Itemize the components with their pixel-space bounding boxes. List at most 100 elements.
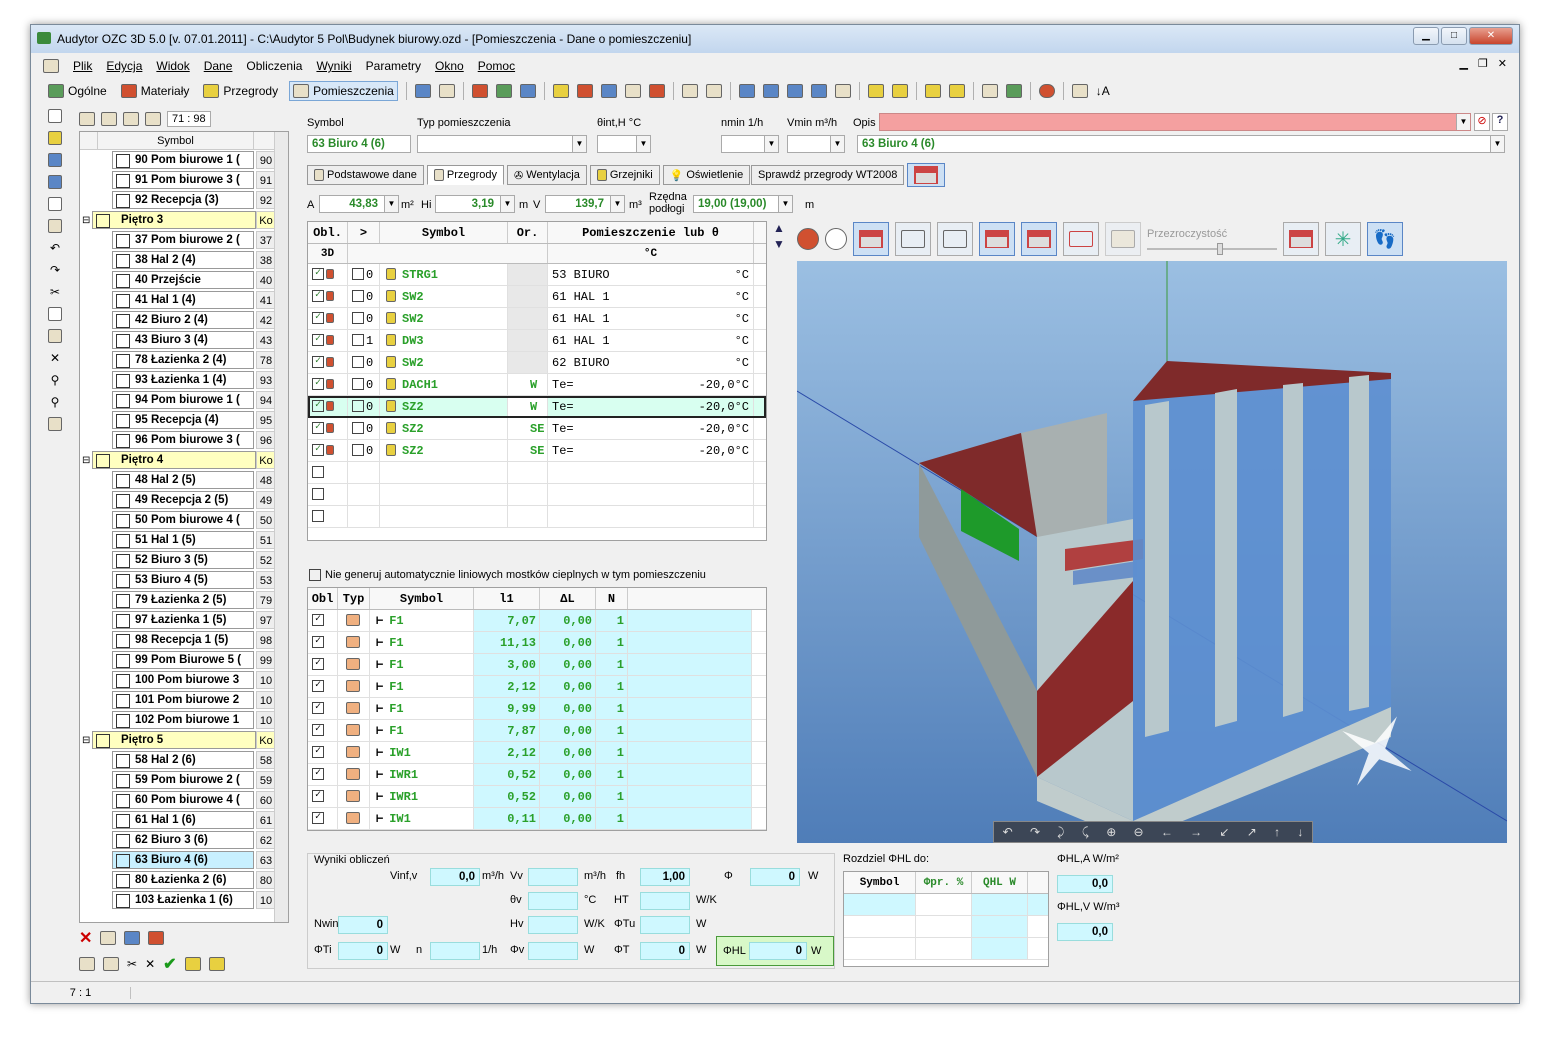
print-icon[interactable]	[981, 84, 998, 98]
rooms-button[interactable]: Pomieszczenia	[289, 81, 398, 101]
tilt-right-icon[interactable]: ⤹	[1082, 825, 1089, 840]
chevron-down-icon[interactable]: ▼	[610, 196, 624, 212]
bridge-checkbox[interactable]	[312, 768, 324, 780]
view3d-toggle-button[interactable]	[907, 163, 945, 187]
bridge-row[interactable]: ⊢ F1 3,000,001	[308, 654, 766, 676]
partition-empty-row[interactable]	[308, 462, 766, 484]
split-row[interactable]	[844, 916, 1048, 938]
table2-icon[interactable]	[891, 84, 908, 98]
maximize-button[interactable]: □	[1441, 27, 1467, 45]
new-icon[interactable]	[48, 109, 62, 123]
calc-checkbox[interactable]	[312, 444, 324, 456]
move-room-icon[interactable]	[124, 931, 141, 945]
copy-icon[interactable]	[48, 307, 62, 321]
slider-thumb[interactable]	[1217, 243, 1223, 255]
folder-icon[interactable]	[184, 957, 201, 971]
export-icon[interactable]	[1005, 84, 1022, 98]
tree-room-item[interactable]: 99 Pom Biurowe 5 (99	[80, 650, 288, 670]
tree-scrollbar[interactable]	[274, 132, 288, 922]
tree-floor-item[interactable]: ⊟ Piętro 5 Ko	[80, 730, 288, 750]
partition-row[interactable]: 0 SW2 61 HAL 1 °C	[308, 308, 766, 330]
bridge-row[interactable]: ⊢ IWR1 0,520,001	[308, 786, 766, 808]
pan-up-right-icon[interactable]: ↗	[1247, 825, 1257, 839]
tree-room-item[interactable]: 59 Pom biurowe 2 (59	[80, 770, 288, 790]
arrow-checkbox[interactable]	[352, 444, 364, 456]
rotate-left-icon[interactable]: ↶	[1003, 825, 1013, 839]
bridge-row[interactable]: ⊢ IW1 2,120,001	[308, 742, 766, 764]
zoom-in-icon[interactable]: ⊕	[1106, 825, 1116, 839]
tab-lighting[interactable]: 💡 Oświetlenie	[662, 165, 751, 185]
house-icon[interactable]	[648, 84, 665, 98]
split-row[interactable]	[844, 938, 1048, 960]
printer-icon[interactable]	[48, 219, 62, 233]
undo-icon[interactable]: ↶	[50, 241, 60, 255]
menu-edycja[interactable]: Edycja	[106, 59, 142, 73]
tree-room-item[interactable]: 50 Pom biurowe 4 (50	[80, 510, 288, 530]
tree-room-item[interactable]: 80 Łazienka 2 (6) 80	[80, 870, 288, 890]
red-box-view-button[interactable]	[1063, 222, 1099, 256]
bridge-row[interactable]: ⊢ IW1 0,110,001	[308, 808, 766, 830]
summary2-icon[interactable]	[948, 84, 965, 98]
arrow-checkbox[interactable]	[352, 312, 364, 324]
axes-button[interactable]: ✳	[1325, 222, 1361, 256]
tree-floor-item[interactable]: ⊟ Piętro 4 Ko	[80, 450, 288, 470]
summary-icon[interactable]	[924, 84, 941, 98]
symbol-input[interactable]: 63 Biuro 4 (6)	[307, 135, 411, 153]
tree-icon[interactable]	[495, 84, 512, 98]
menu-pomoc[interactable]: Pomoc	[478, 59, 515, 73]
partitions-button[interactable]: Przegrody	[200, 81, 281, 101]
room-view-button[interactable]	[1021, 222, 1057, 256]
bridge-checkbox[interactable]	[312, 636, 324, 648]
minimize-button[interactable]: ▁	[1413, 27, 1439, 45]
tree-room-item[interactable]: 53 Biuro 4 (5) 53	[80, 570, 288, 590]
menu-wyniki[interactable]: Wyniki	[316, 59, 351, 73]
report2-icon[interactable]	[762, 84, 779, 98]
calc-checkbox[interactable]	[312, 510, 324, 522]
sort-icon[interactable]: ↓A	[1096, 84, 1110, 98]
bridge-row[interactable]: ⊢ F1 11,130,001	[308, 632, 766, 654]
preview-icon[interactable]	[48, 175, 62, 189]
tree-room-item[interactable]: 93 Łazienka 1 (4) 93	[80, 370, 288, 390]
delete-icon[interactable]: ✕	[50, 351, 60, 365]
copy-room-icon[interactable]	[79, 957, 95, 971]
find-icon[interactable]	[48, 197, 62, 211]
desc-input[interactable]: ▼	[879, 113, 1471, 131]
tree-room-item[interactable]: 42 Biuro 2 (4) 42	[80, 310, 288, 330]
tree-calc-icon[interactable]	[123, 112, 139, 126]
tree-room-item[interactable]: 94 Pom biurowe 1 (94	[80, 390, 288, 410]
bridge-checkbox[interactable]	[312, 790, 324, 802]
bridge-checkbox[interactable]	[312, 658, 324, 670]
calculator-icon[interactable]	[1071, 84, 1088, 98]
walk-button[interactable]: 👣	[1367, 222, 1403, 256]
zoom-out-icon[interactable]: ⊖	[1134, 825, 1144, 839]
tree-room-item[interactable]: 100 Pom biurowe 3 10	[80, 670, 288, 690]
collapse-icon[interactable]: ⊟	[82, 735, 90, 746]
arrow-checkbox[interactable]	[352, 378, 364, 390]
list-icon[interactable]	[624, 84, 641, 98]
zoom-icon[interactable]	[438, 84, 455, 98]
bridge-row[interactable]: ⊢ F1 2,120,001	[308, 676, 766, 698]
calc-checkbox[interactable]	[312, 356, 324, 368]
doc-icon[interactable]	[834, 84, 851, 98]
partition-row[interactable]: 0 SW2 61 HAL 1 °C	[308, 286, 766, 308]
chevron-down-icon[interactable]: ▼	[1490, 136, 1504, 152]
bridge-checkbox[interactable]	[312, 702, 324, 714]
nmin-select[interactable]: ▼	[721, 135, 779, 153]
tree-room-item[interactable]: 79 Łazienka 2 (5) 79	[80, 590, 288, 610]
menu-parametry[interactable]: Parametry	[366, 59, 421, 73]
calc-checkbox[interactable]	[312, 378, 324, 390]
tree-room-item[interactable]: 62 Biuro 3 (6) 62	[80, 830, 288, 850]
arrow-checkbox[interactable]	[352, 422, 364, 434]
radiator-icon[interactable]	[552, 84, 569, 98]
general-button[interactable]: Ogólne	[45, 81, 110, 101]
solid-view-button[interactable]	[853, 222, 889, 256]
tree-room-item[interactable]: 58 Hal 2 (6) 58	[80, 750, 288, 770]
tree-room-item[interactable]: 52 Biuro 3 (5) 52	[80, 550, 288, 570]
reset-view-icon[interactable]	[797, 228, 819, 250]
save-icon[interactable]	[48, 153, 62, 167]
mdi-minimize-button[interactable]: ▁	[1459, 57, 1467, 70]
paste-icon[interactable]	[48, 329, 62, 343]
home-view-button[interactable]	[1283, 222, 1319, 256]
chart-icon[interactable]	[414, 84, 431, 98]
transparency-control[interactable]: Przezroczystość	[1147, 228, 1277, 255]
